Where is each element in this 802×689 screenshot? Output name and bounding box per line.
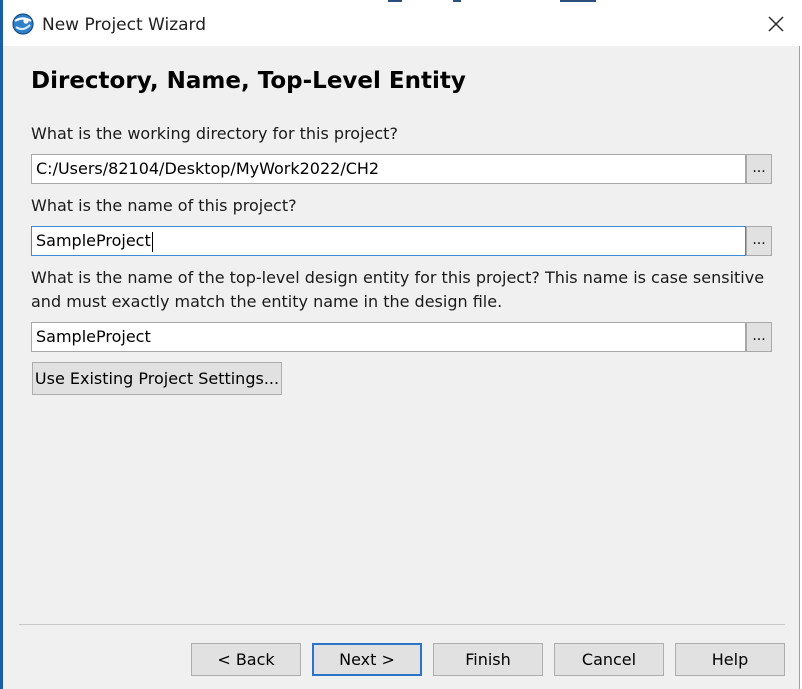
quartus-globe-icon [11,12,35,36]
new-project-wizard-dialog: New Project Wizard Directory, Name, Top-… [3,2,800,689]
working-directory-field[interactable]: C:/Users/82104/Desktop/MyWork2022/CH2 [31,154,746,184]
top-level-label-line1: What is the name of the top-level design… [31,268,765,287]
help-button[interactable]: Help [675,643,785,676]
directory-label: What is the working directory for this p… [31,124,398,143]
cancel-button[interactable]: Cancel [554,643,664,676]
text-caret [151,231,153,252]
page-heading: Directory, Name, Top-Level Entity [31,68,466,94]
finish-button[interactable]: Finish [433,643,543,676]
top-level-entity-field[interactable]: SampleProject [31,322,746,352]
project-name-value: SampleProject [36,231,151,250]
window-title: New Project Wizard [42,15,207,35]
directory-browse-button[interactable]: ... [746,154,772,184]
project-name-field[interactable]: SampleProject [31,226,746,256]
project-name-browse-button[interactable]: ... [746,226,772,256]
title-bar[interactable]: New Project Wizard [3,2,800,46]
back-button[interactable]: < Back [191,643,301,676]
close-button[interactable] [760,8,792,40]
use-existing-settings-button[interactable]: Use Existing Project Settings... [32,362,282,395]
close-icon [768,16,784,32]
next-button[interactable]: Next > [312,643,422,676]
top-level-browse-button[interactable]: ... [746,322,772,352]
footer-divider [19,624,785,625]
project-name-label: What is the name of this project? [31,196,297,215]
top-level-label-line2: and must exactly match the entity name i… [31,292,503,311]
